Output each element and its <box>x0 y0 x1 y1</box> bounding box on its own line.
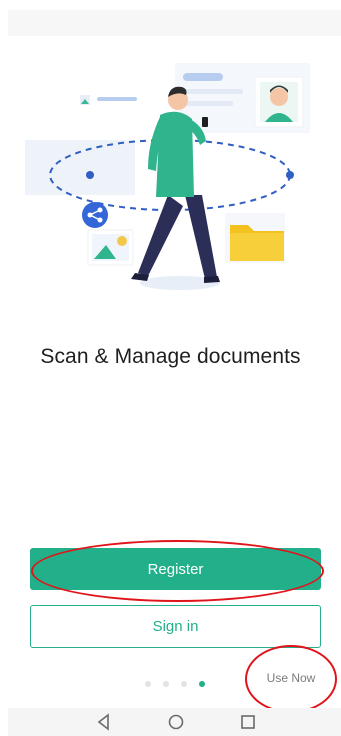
page-indicator <box>145 681 215 689</box>
recents-icon[interactable] <box>238 712 258 732</box>
user-avatar-icon <box>254 76 304 128</box>
back-icon[interactable] <box>94 712 114 732</box>
page-indicator-dot <box>145 681 151 687</box>
small-image-icon <box>80 95 90 105</box>
home-icon[interactable] <box>166 712 186 732</box>
onboarding-illustration <box>25 63 310 290</box>
profile-card-line <box>183 73 223 81</box>
status-bar <box>8 10 341 36</box>
navigation-bar <box>8 708 341 736</box>
register-button[interactable]: Register <box>30 548 321 590</box>
page-indicator-dot-active <box>199 681 205 687</box>
person-figure <box>131 86 220 290</box>
page-title: Scan & Manage documents <box>40 345 301 368</box>
page-indicator-dot <box>163 681 169 687</box>
orbit-dot <box>86 171 94 179</box>
background-card <box>25 140 135 195</box>
use-now-link[interactable]: Use Now <box>246 671 336 691</box>
profile-card-line <box>183 89 243 94</box>
share-icon <box>82 202 108 228</box>
page-indicator-dot <box>181 681 187 687</box>
header-line <box>97 97 137 101</box>
signin-button[interactable]: Sign in <box>30 605 321 648</box>
profile-card-line <box>183 101 233 106</box>
folder-icon <box>225 213 285 263</box>
image-icon <box>87 229 134 266</box>
orbit-dot <box>286 171 294 179</box>
